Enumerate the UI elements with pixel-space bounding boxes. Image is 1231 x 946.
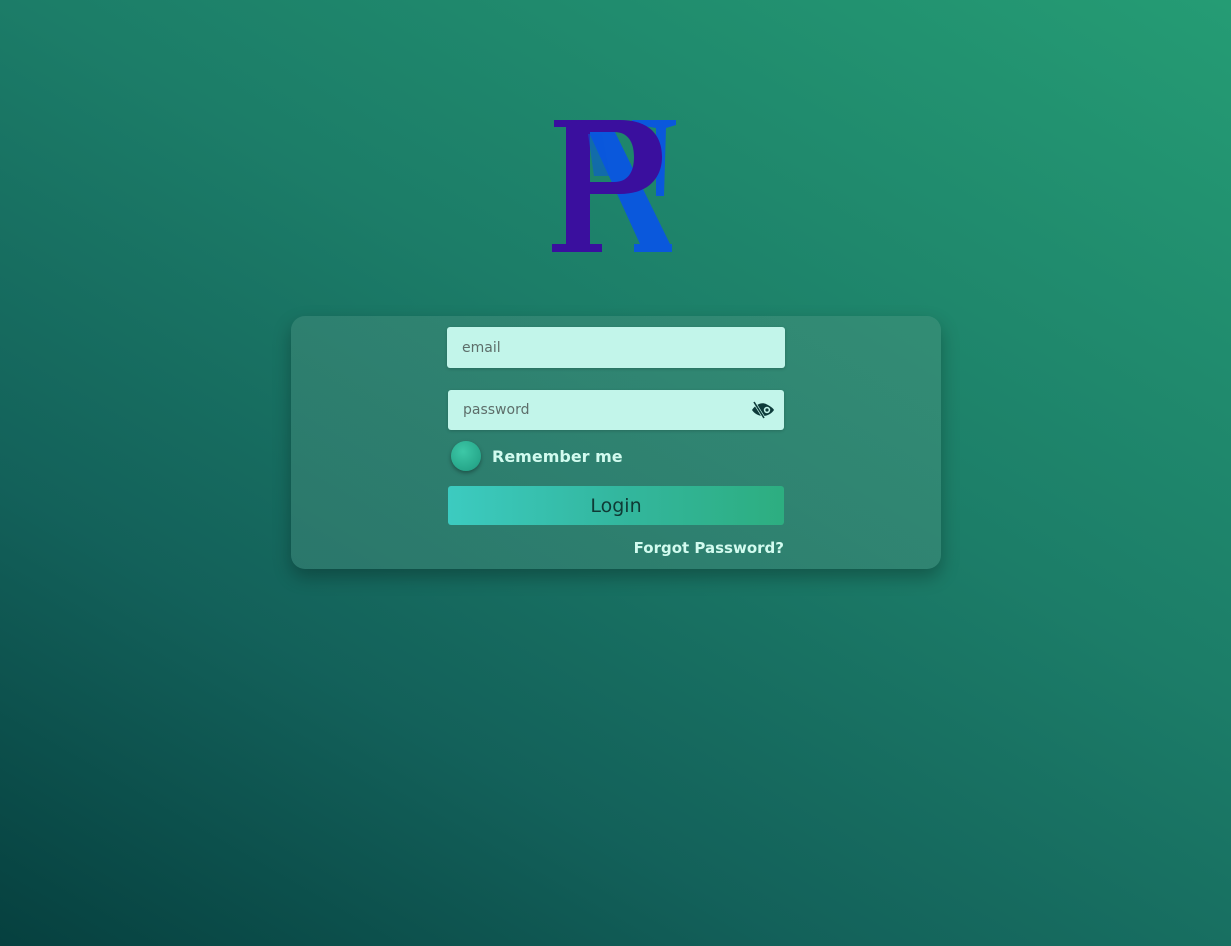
eye-slash-icon[interactable] — [750, 400, 776, 420]
password-field-wrapper — [448, 390, 784, 430]
remember-me-label: Remember me — [492, 446, 623, 466]
login-button[interactable]: Login — [448, 486, 784, 525]
rp-logo-icon — [552, 120, 676, 252]
forgot-password-link[interactable]: Forgot Password? — [634, 539, 784, 557]
app-logo — [548, 116, 682, 256]
email-field-wrapper — [447, 327, 785, 368]
password-input[interactable] — [448, 390, 784, 430]
email-input[interactable] — [447, 327, 785, 368]
remember-me-row: Remember me — [451, 441, 623, 471]
login-card: Remember me Login Forgot Password? — [291, 316, 941, 569]
remember-me-toggle[interactable] — [451, 441, 481, 471]
